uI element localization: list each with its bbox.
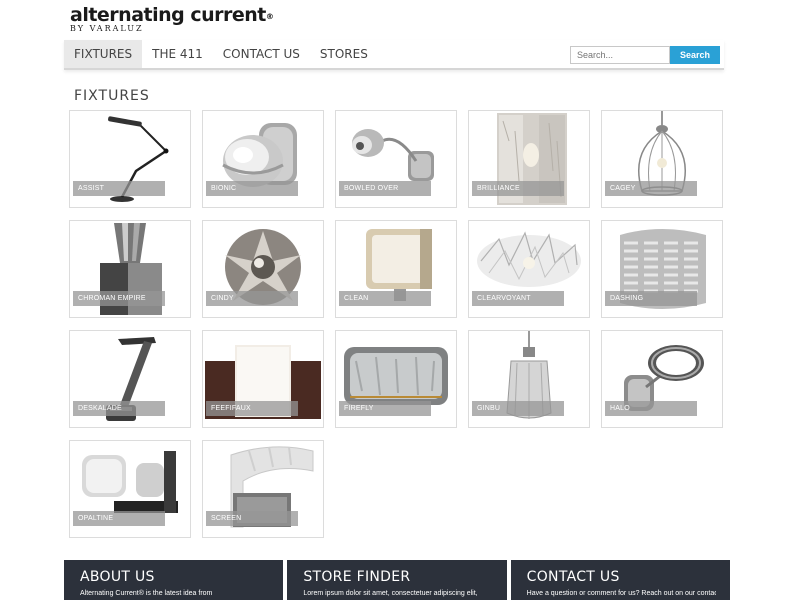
page-title: FIXTURES (74, 88, 150, 104)
brand-logo[interactable]: alternating current® BY VARALUZ (70, 4, 274, 33)
footer-store-finder: STORE FINDER Lorem ipsum dolor sit amet,… (287, 560, 507, 600)
product-grid: ASSIST BIONIC BOWLED OVER BRILLIANCE CAG… (69, 110, 729, 538)
product-label: SCREEN (206, 511, 298, 526)
search-input[interactable] (570, 46, 670, 64)
product-tile-assist[interactable]: ASSIST (69, 110, 191, 208)
product-label: DASHING (605, 291, 697, 306)
product-tile-firefly[interactable]: FIREFLY (335, 330, 457, 428)
footer-text-contact: Have a question or comment for us? Reach… (526, 590, 716, 597)
product-label: HALO (605, 401, 697, 416)
main-nav-bar: FIXTURES THE 411 CONTACT US STORES Searc… (64, 40, 724, 70)
product-tile-clearvoyant[interactable]: CLEARVOYANT (468, 220, 590, 318)
product-label: FEEFIFAUX (206, 401, 298, 416)
product-label: CHROMAN EMPIRE (73, 291, 165, 306)
footer-text-store-finder: Lorem ipsum dolor sit amet, consectetuer… (303, 590, 478, 597)
product-label: DESKALADE (73, 401, 165, 416)
product-tile-feefifaux[interactable]: FEEFIFAUX (202, 330, 324, 428)
footer-text-about: Alternating Current® is the latest idea … (80, 590, 213, 597)
site-header: alternating current® BY VARALUZ FIXTURES… (0, 0, 800, 72)
product-tile-cagey[interactable]: CAGEY (601, 110, 723, 208)
product-label: ASSIST (73, 181, 165, 196)
product-tile-brilliance[interactable]: BRILLIANCE (468, 110, 590, 208)
product-tile-opaltine[interactable]: OPALTINE (69, 440, 191, 538)
footer-title-store-finder: STORE FINDER (303, 569, 411, 585)
product-label: BRILLIANCE (472, 181, 564, 196)
product-tile-cindy[interactable]: CINDY (202, 220, 324, 318)
footer-about: ABOUT US Alternating Current® is the lat… (64, 560, 284, 600)
nav-item-fixtures[interactable]: FIXTURES (64, 40, 143, 68)
product-tile-dashing[interactable]: DASHING (601, 220, 723, 318)
product-label: CLEAN (339, 291, 431, 306)
footer-title-contact: CONTACT US (526, 569, 620, 585)
product-label: BOWLED OVER (339, 181, 431, 196)
footer-contact: CONTACT US Have a question or comment fo… (510, 560, 730, 600)
product-tile-screen[interactable]: SCREEN (202, 440, 324, 538)
registered-mark: ® (265, 12, 274, 21)
product-tile-deskalade[interactable]: DESKALADE (69, 330, 191, 428)
search-button[interactable]: Search (670, 46, 720, 64)
product-label: BIONIC (206, 181, 298, 196)
product-label: OPALTINE (73, 511, 165, 526)
product-label: GINBU (472, 401, 564, 416)
product-label: CINDY (206, 291, 298, 306)
nav-item-contact-us[interactable]: CONTACT US (213, 40, 310, 68)
product-tile-ginbu[interactable]: GINBU (468, 330, 590, 428)
product-tile-bowled-over[interactable]: BOWLED OVER (335, 110, 457, 208)
product-label: CAGEY (605, 181, 697, 196)
product-label: FIREFLY (339, 401, 431, 416)
product-tile-chroman-empire[interactable]: CHROMAN EMPIRE (69, 220, 191, 318)
product-label: CLEARVOYANT (472, 291, 564, 306)
footer-title-about: ABOUT US (80, 569, 155, 585)
nav-item-stores[interactable]: STORES (310, 40, 378, 68)
brand-name: alternating current® (70, 4, 274, 26)
product-tile-clean[interactable]: CLEAN (335, 220, 457, 318)
product-tile-bionic[interactable]: BIONIC (202, 110, 324, 208)
site-footer: ABOUT US Alternating Current® is the lat… (64, 560, 730, 600)
nav-item-the-411[interactable]: THE 411 (142, 40, 213, 68)
product-tile-halo[interactable]: HALO (601, 330, 723, 428)
search-form: Search (570, 46, 720, 64)
